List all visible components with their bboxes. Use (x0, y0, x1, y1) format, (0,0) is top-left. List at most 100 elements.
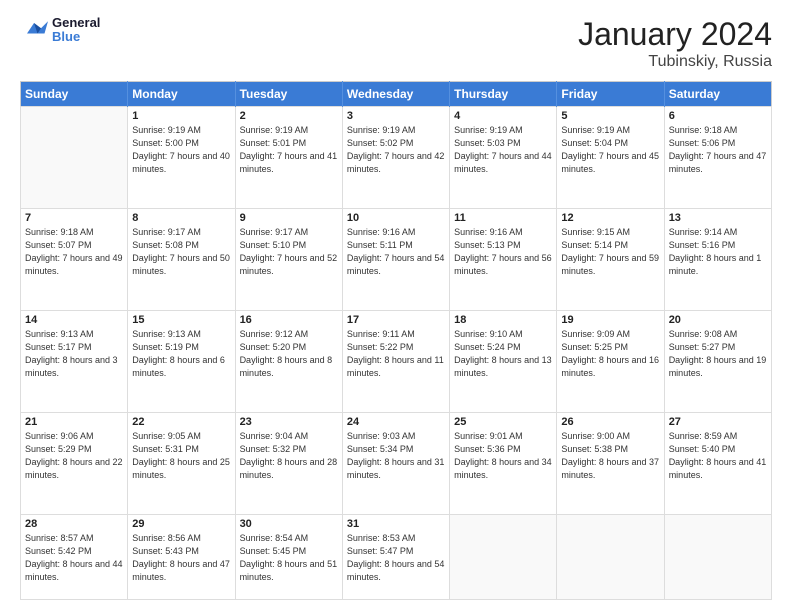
day-info: Sunrise: 8:54 AMSunset: 5:45 PMDaylight:… (240, 532, 338, 584)
col-wednesday: Wednesday (342, 82, 449, 107)
day-info: Sunrise: 9:06 AMSunset: 5:29 PMDaylight:… (25, 430, 123, 482)
day-number: 1 (132, 110, 230, 122)
day-info: Sunrise: 9:08 AMSunset: 5:27 PMDaylight:… (669, 328, 767, 380)
calendar-cell: 24Sunrise: 9:03 AMSunset: 5:34 PMDayligh… (342, 413, 449, 515)
calendar-cell: 22 Sunrise: 9:05 AMSunset: 5:31 PMDayligh… (128, 413, 235, 515)
calendar-cell: 4Sunrise: 9:19 AMSunset: 5:03 PMDaylight… (450, 107, 557, 209)
col-monday: Monday (128, 82, 235, 107)
day-number: 12 (561, 212, 659, 224)
logo: General Blue (20, 16, 100, 45)
calendar-title: January 2024 (578, 16, 772, 53)
day-number: 22 (132, 416, 230, 428)
calendar-cell: 10 Sunrise: 9:16 AMSunset: 5:11 PMDayligh… (342, 209, 449, 311)
calendar-cell: 27 Sunrise: 8:59 AMSunset: 5:40 PMDayligh… (664, 413, 771, 515)
calendar-cell: 5Sunrise: 9:19 AMSunset: 5:04 PMDaylight… (557, 107, 664, 209)
calendar-cell: 15 Sunrise: 9:13 AMSunset: 5:19 PMDayligh… (128, 311, 235, 413)
weekday-row: Sunday Monday Tuesday Wednesday Thursday… (21, 82, 772, 107)
day-number: 20 (669, 314, 767, 326)
day-info: Sunrise: 9:16 AMSunset: 5:11 PMDaylight:… (347, 226, 445, 278)
col-thursday: Thursday (450, 82, 557, 107)
day-number: 13 (669, 212, 767, 224)
calendar-cell: 16 Sunrise: 9:12 AMSunset: 5:20 PMDayligh… (235, 311, 342, 413)
day-number: 14 (25, 314, 123, 326)
day-info: Sunrise: 8:56 AMSunset: 5:43 PMDaylight:… (132, 532, 230, 584)
day-number: 29 (132, 518, 230, 530)
col-sunday: Sunday (21, 82, 128, 107)
day-info: Sunrise: 9:00 AMSunset: 5:38 PMDaylight:… (561, 430, 659, 482)
day-number: 15 (132, 314, 230, 326)
day-info: Sunrise: 9:19 AMSunset: 5:03 PMDaylight:… (454, 124, 552, 176)
day-info: Sunrise: 9:15 AMSunset: 5:14 PMDaylight:… (561, 226, 659, 278)
calendar-cell: 21 Sunrise: 9:06 AMSunset: 5:29 PMDayligh… (21, 413, 128, 515)
day-number: 26 (561, 416, 659, 428)
col-saturday: Saturday (664, 82, 771, 107)
logo-line2: Blue (52, 30, 100, 44)
day-info: Sunrise: 9:19 AMSunset: 5:01 PMDaylight:… (240, 124, 338, 176)
calendar-cell: 1 Sunrise: 9:19 AMSunset: 5:00 PMDaylight… (128, 107, 235, 209)
calendar-cell (21, 107, 128, 209)
calendar-cell: 17Sunrise: 9:11 AMSunset: 5:22 PMDayligh… (342, 311, 449, 413)
calendar-cell: 8Sunrise: 9:17 AMSunset: 5:08 PMDaylight… (128, 209, 235, 311)
day-number: 10 (347, 212, 445, 224)
day-info: Sunrise: 8:59 AMSunset: 5:40 PMDaylight:… (669, 430, 767, 482)
calendar-cell: 19 Sunrise: 9:09 AMSunset: 5:25 PMDayligh… (557, 311, 664, 413)
day-info: Sunrise: 9:19 AMSunset: 5:02 PMDaylight:… (347, 124, 445, 176)
calendar-cell (664, 515, 771, 600)
day-number: 18 (454, 314, 552, 326)
day-number: 27 (669, 416, 767, 428)
calendar-cell: 13 Sunrise: 9:14 AMSunset: 5:16 PMDayligh… (664, 209, 771, 311)
calendar-cell: 28Sunrise: 8:57 AMSunset: 5:42 PMDayligh… (21, 515, 128, 600)
col-tuesday: Tuesday (235, 82, 342, 107)
day-info: Sunrise: 9:17 AMSunset: 5:08 PMDaylight:… (132, 226, 230, 278)
day-number: 17 (347, 314, 445, 326)
calendar-cell: 23 Sunrise: 9:04 AMSunset: 5:32 PMDayligh… (235, 413, 342, 515)
calendar-week-5: 28Sunrise: 8:57 AMSunset: 5:42 PMDayligh… (21, 515, 772, 600)
day-number: 16 (240, 314, 338, 326)
day-number: 7 (25, 212, 123, 224)
calendar-week-3: 14 Sunrise: 9:13 AMSunset: 5:17 PMDayligh… (21, 311, 772, 413)
calendar-cell: 12 Sunrise: 9:15 AMSunset: 5:14 PMDayligh… (557, 209, 664, 311)
day-info: Sunrise: 9:01 AMSunset: 5:36 PMDaylight:… (454, 430, 552, 482)
logo-line1: General (52, 16, 100, 30)
day-number: 9 (240, 212, 338, 224)
logo-text: General Blue (52, 16, 100, 45)
calendar-cell: 11 Sunrise: 9:16 AMSunset: 5:13 PMDayligh… (450, 209, 557, 311)
day-info: Sunrise: 8:57 AMSunset: 5:42 PMDaylight:… (25, 532, 123, 584)
day-info: Sunrise: 9:18 AMSunset: 5:06 PMDaylight:… (669, 124, 767, 176)
calendar-table: Sunday Monday Tuesday Wednesday Thursday… (20, 81, 772, 600)
calendar-week-2: 7 Sunrise: 9:18 AMSunset: 5:07 PMDaylight… (21, 209, 772, 311)
day-number: 2 (240, 110, 338, 122)
calendar-cell: 29 Sunrise: 8:56 AMSunset: 5:43 PMDayligh… (128, 515, 235, 600)
day-number: 19 (561, 314, 659, 326)
calendar-cell: 2 Sunrise: 9:19 AMSunset: 5:01 PMDaylight… (235, 107, 342, 209)
logo-icon (20, 16, 48, 44)
title-block: January 2024 Tubinskiy, Russia (578, 16, 772, 71)
day-info: Sunrise: 8:53 AMSunset: 5:47 PMDaylight:… (347, 532, 445, 584)
day-info: Sunrise: 9:13 AMSunset: 5:19 PMDaylight:… (132, 328, 230, 380)
calendar-week-1: 1 Sunrise: 9:19 AMSunset: 5:00 PMDaylight… (21, 107, 772, 209)
day-info: Sunrise: 9:18 AMSunset: 5:07 PMDaylight:… (25, 226, 123, 278)
day-info: Sunrise: 9:05 AMSunset: 5:31 PMDaylight:… (132, 430, 230, 482)
day-info: Sunrise: 9:19 AMSunset: 5:00 PMDaylight:… (132, 124, 230, 176)
day-info: Sunrise: 9:04 AMSunset: 5:32 PMDaylight:… (240, 430, 338, 482)
day-info: Sunrise: 9:12 AMSunset: 5:20 PMDaylight:… (240, 328, 338, 380)
calendar-cell: 14 Sunrise: 9:13 AMSunset: 5:17 PMDayligh… (21, 311, 128, 413)
calendar-body: 1 Sunrise: 9:19 AMSunset: 5:00 PMDaylight… (21, 107, 772, 600)
day-number: 6 (669, 110, 767, 122)
calendar-week-4: 21 Sunrise: 9:06 AMSunset: 5:29 PMDayligh… (21, 413, 772, 515)
day-number: 23 (240, 416, 338, 428)
day-info: Sunrise: 9:03 AMSunset: 5:34 PMDaylight:… (347, 430, 445, 482)
calendar-cell: 7 Sunrise: 9:18 AMSunset: 5:07 PMDaylight… (21, 209, 128, 311)
day-info: Sunrise: 9:13 AMSunset: 5:17 PMDaylight:… (25, 328, 123, 380)
day-info: Sunrise: 9:19 AMSunset: 5:04 PMDaylight:… (561, 124, 659, 176)
day-number: 11 (454, 212, 552, 224)
day-info: Sunrise: 9:17 AMSunset: 5:10 PMDaylight:… (240, 226, 338, 278)
calendar-cell: 9 Sunrise: 9:17 AMSunset: 5:10 PMDaylight… (235, 209, 342, 311)
day-info: Sunrise: 9:14 AMSunset: 5:16 PMDaylight:… (669, 226, 767, 278)
day-number: 21 (25, 416, 123, 428)
calendar-cell: 31Sunrise: 8:53 AMSunset: 5:47 PMDayligh… (342, 515, 449, 600)
day-info: Sunrise: 9:09 AMSunset: 5:25 PMDaylight:… (561, 328, 659, 380)
day-info: Sunrise: 9:16 AMSunset: 5:13 PMDaylight:… (454, 226, 552, 278)
calendar-cell: 30Sunrise: 8:54 AMSunset: 5:45 PMDayligh… (235, 515, 342, 600)
day-number: 25 (454, 416, 552, 428)
